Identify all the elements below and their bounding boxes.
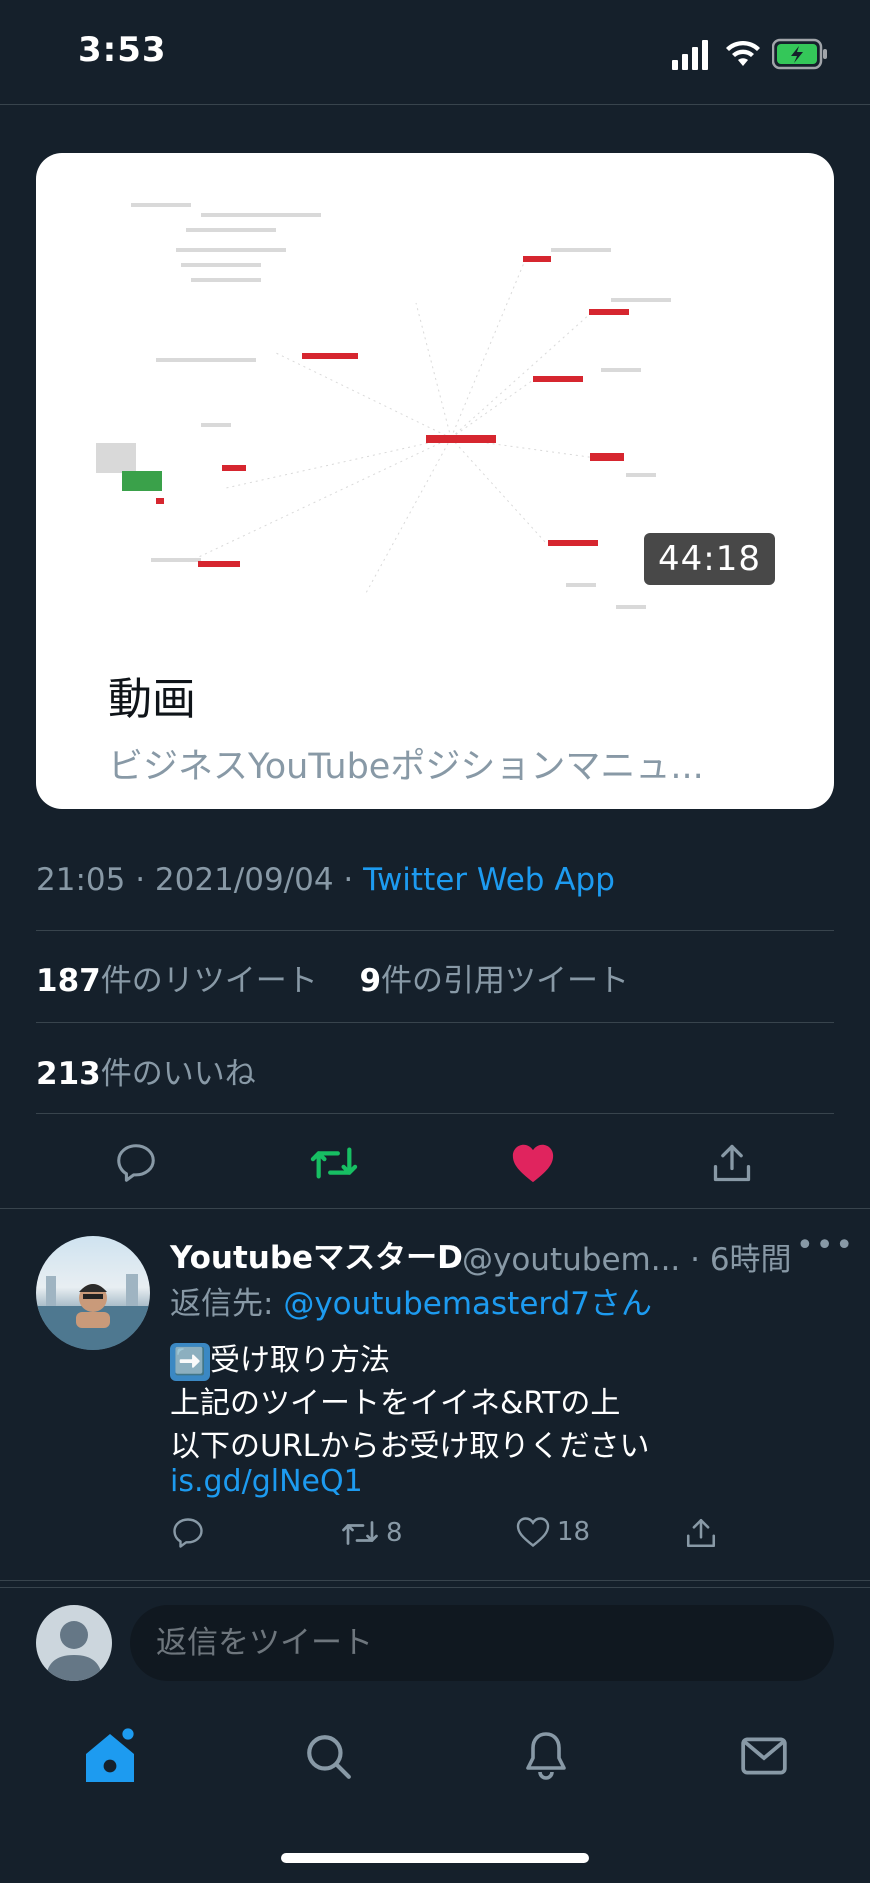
tab-home[interactable] (80, 1726, 140, 1786)
retweet-button[interactable] (306, 1135, 362, 1191)
heart-filled-icon (512, 1144, 554, 1183)
author-handle-time: @youtubem... · 6時間 (462, 1242, 792, 1278)
search-icon (307, 1735, 351, 1779)
battery-icon (772, 38, 827, 70)
reply-to-mention[interactable]: @youtubemasterd7さん (283, 1286, 652, 1322)
home-indicator (281, 1853, 589, 1863)
like-button[interactable] (505, 1135, 561, 1191)
card-title: 動画 (108, 674, 196, 725)
signal-icon (672, 40, 708, 70)
video-duration: 44:18 (644, 533, 775, 585)
reply-button[interactable] (170, 1515, 206, 1551)
mail-icon (741, 1737, 787, 1775)
home-icon (86, 1726, 136, 1782)
reply-button[interactable] (108, 1135, 164, 1191)
tweet-text-line: 以下のURLからお受け取りください (170, 1429, 650, 1464)
tweet-link[interactable]: is.gd/glNeQ1 (170, 1464, 363, 1499)
heart-icon (516, 1517, 550, 1548)
video-card[interactable]: 44:18 動画 ビジネスYouTubeポジションマニュ... (36, 153, 834, 809)
wifi-icon (726, 40, 760, 66)
more-options-icon[interactable]: ••• (796, 1228, 855, 1263)
retweet-icon (310, 1147, 358, 1179)
card-description: ビジネスYouTubeポジションマニュ... (108, 747, 704, 787)
tweet-meta: 21:05 · 2021/09/04 · Twitter Web App (36, 862, 615, 898)
like-count: 18 (557, 1517, 591, 1547)
reply-icon (117, 1144, 155, 1182)
tab-messages[interactable] (734, 1726, 794, 1786)
tweet-text-line: 上記のツイートをイイネ&RTの上 (170, 1386, 621, 1421)
retweet-icon (342, 1521, 378, 1545)
tweet-stats: 187件のリツイート 9件の引用ツイート (36, 955, 629, 1000)
tweet-datetime: 21:05 · 2021/09/04 · (36, 862, 364, 898)
divider (36, 1022, 834, 1023)
share-button[interactable] (684, 1515, 718, 1551)
avatar[interactable] (36, 1236, 150, 1350)
retweet-button[interactable]: 8 (340, 1515, 403, 1551)
tweet-source-link[interactable]: Twitter Web App (363, 862, 615, 898)
share-icon (713, 1144, 751, 1182)
divider (0, 1208, 870, 1209)
divider (36, 1113, 834, 1114)
tab-notifications[interactable] (516, 1726, 576, 1786)
reply-input[interactable]: 返信をツイート (130, 1605, 834, 1681)
retweet-count: 8 (386, 1518, 403, 1548)
share-button[interactable] (704, 1135, 760, 1191)
user-avatar[interactable] (36, 1605, 112, 1681)
divider (36, 930, 834, 931)
quotes-stat[interactable]: 9件の引用ツイート (359, 963, 629, 999)
retweets-stat[interactable]: 187件のリツイート (36, 963, 318, 999)
reply-to: 返信先: @youtubemasterd7さん (170, 1286, 652, 1322)
status-bar: 3:53 (0, 0, 870, 105)
arrow-emoji: ➡️ (170, 1342, 210, 1381)
share-icon (686, 1518, 716, 1548)
status-time: 3:53 (78, 30, 167, 70)
reply-tweet-actions: 8 18 (170, 1515, 730, 1565)
tweet-text-line: ➡️ 受け取り方法 (170, 1335, 390, 1381)
tab-search[interactable] (298, 1726, 358, 1786)
likes-stat[interactable]: 213件のいいね (36, 1048, 256, 1093)
divider (0, 1580, 870, 1581)
like-button[interactable]: 18 (515, 1515, 590, 1549)
reply-icon (173, 1518, 203, 1548)
author-name[interactable]: YoutubeマスターD (170, 1232, 463, 1277)
tweet-actions (0, 1115, 870, 1210)
bell-icon (526, 1732, 566, 1780)
